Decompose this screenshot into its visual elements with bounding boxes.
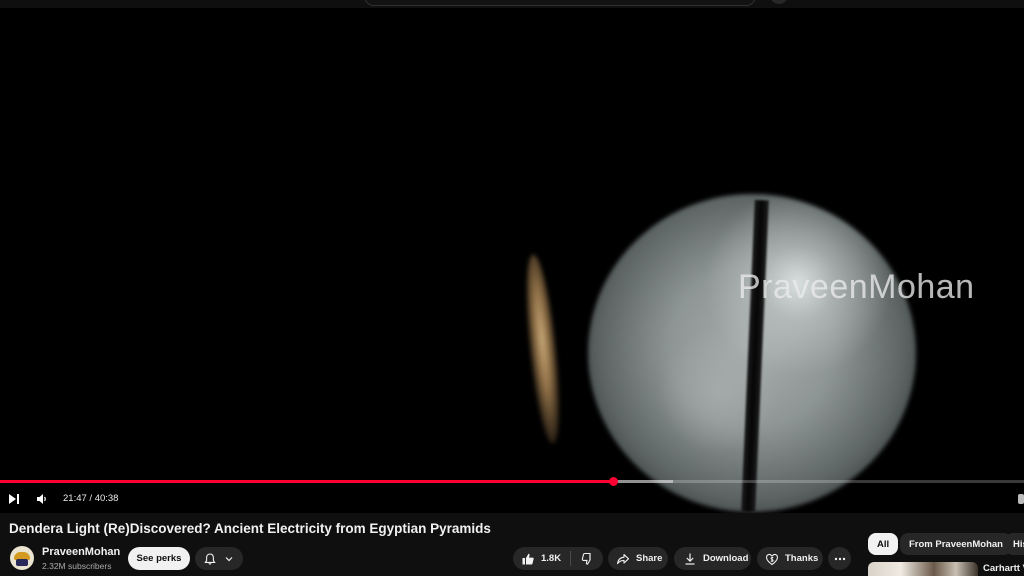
skip-next-icon xyxy=(9,494,19,504)
next-button[interactable] xyxy=(4,489,24,509)
channel-avatar[interactable] xyxy=(10,546,34,570)
settings-button-edge[interactable] xyxy=(1018,494,1024,504)
like-button[interactable]: 1.8K xyxy=(521,551,572,566)
video-frame[interactable]: PraveenMohan xyxy=(0,8,1024,513)
video-player[interactable]: PraveenMohan 21:47 / 40:38 xyxy=(0,8,1024,513)
thumbs-up-icon xyxy=(522,553,534,564)
chip-history[interactable]: His xyxy=(1005,533,1024,555)
chevron-down-icon xyxy=(225,556,233,561)
share-button[interactable]: Share xyxy=(608,547,668,570)
download-button[interactable]: Download xyxy=(674,547,751,570)
chip-all[interactable]: All xyxy=(868,533,899,555)
player-controls: 21:47 / 40:38 xyxy=(0,485,1024,513)
download-icon xyxy=(685,553,695,565)
video-watermark: PraveenMohan xyxy=(738,268,975,306)
share-icon xyxy=(617,553,630,564)
volume-button[interactable] xyxy=(32,489,52,509)
bell-icon xyxy=(204,552,216,565)
more-actions-button[interactable] xyxy=(828,547,851,570)
top-bar xyxy=(0,0,1024,8)
time-display: 21:47 / 40:38 xyxy=(63,493,119,504)
dislike-button[interactable] xyxy=(571,552,594,566)
more-horizontal-icon xyxy=(834,557,845,560)
thanks-heart-dollar-icon xyxy=(765,553,779,565)
video-title: Dendera Light (Re)Discovered? Ancient El… xyxy=(9,521,491,536)
see-perks-button[interactable]: See perks xyxy=(128,547,190,570)
channel-name[interactable]: PraveenMohan xyxy=(42,546,120,558)
youtube-watch-page: PraveenMohan 21:47 / 40:38 Dendera Light… xyxy=(0,0,1024,576)
thumbs-down-icon xyxy=(581,552,591,565)
notification-button[interactable] xyxy=(195,547,243,570)
progress-bar[interactable] xyxy=(0,477,1024,486)
subscriber-count: 2.32M subscribers xyxy=(42,561,112,571)
share-label: Share xyxy=(636,553,663,564)
progress-played xyxy=(0,480,614,483)
like-count: 1.8K xyxy=(541,553,562,564)
recommended-video-thumbnail[interactable] xyxy=(868,562,978,576)
thanks-button[interactable]: Thanks xyxy=(757,547,823,570)
voice-search-button[interactable] xyxy=(770,0,788,4)
volume-icon xyxy=(37,494,46,504)
recommended-video-title[interactable]: Carhartt V xyxy=(983,563,1024,574)
thanks-label: Thanks xyxy=(785,553,819,564)
chip-from-channel[interactable]: From PraveenMohan xyxy=(900,533,1012,555)
like-dislike-group: 1.8K xyxy=(513,547,603,570)
search-box[interactable] xyxy=(364,0,756,6)
glowing-edge xyxy=(520,253,566,445)
download-label: Download xyxy=(703,553,749,564)
